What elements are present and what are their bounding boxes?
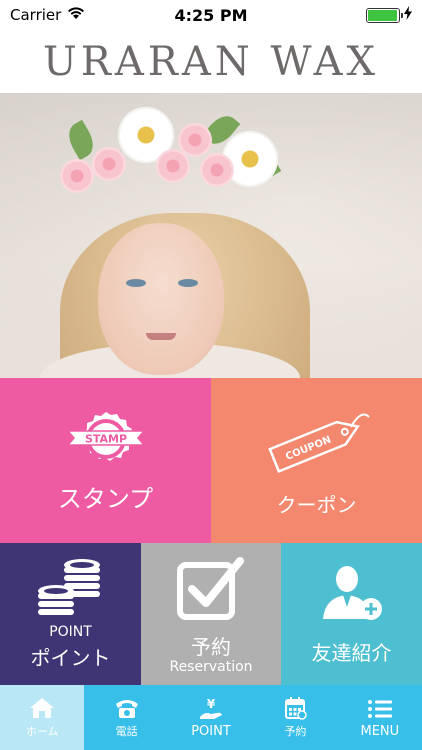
tab-bar: ホーム 電話 ¥ POINT 予約 MENU xyxy=(0,685,422,750)
reservation-label: 予約 xyxy=(191,634,231,659)
brand-logo: URARAN WAX xyxy=(43,38,379,85)
calendar-icon xyxy=(281,696,309,720)
tab-point[interactable]: ¥ POINT xyxy=(169,685,253,750)
charging-icon xyxy=(404,6,412,24)
status-left: Carrier xyxy=(10,6,85,24)
stamp-badge-text: STAMP xyxy=(84,433,126,446)
hero-image xyxy=(0,93,422,378)
flower-crown-rose xyxy=(60,159,94,193)
yen-hand-icon: ¥ xyxy=(197,697,225,721)
flower-crown-rose xyxy=(92,147,126,181)
coupon-tile[interactable]: COUPON クーポン xyxy=(211,378,422,543)
coupon-label: クーポン xyxy=(276,493,357,517)
home-icon xyxy=(28,696,56,720)
phone-icon xyxy=(113,696,141,720)
flower-crown-rose xyxy=(200,153,234,187)
coupon-icon: COUPON xyxy=(257,403,377,485)
reservation-tile[interactable]: 予約 Reservation xyxy=(141,543,281,685)
friend-referral-label: 友達紹介 xyxy=(311,640,392,665)
tab-reservation-label: 予約 xyxy=(284,725,307,738)
tab-reservation[interactable]: 予約 xyxy=(253,685,337,750)
battery-icon xyxy=(366,7,403,23)
tab-home-label: ホーム xyxy=(25,725,59,738)
tab-home[interactable]: ホーム xyxy=(0,685,85,750)
tab-phone-label: 電話 xyxy=(115,725,138,738)
tab-point-label: POINT xyxy=(191,723,231,739)
tab-phone[interactable]: 電話 xyxy=(84,685,168,750)
reservation-label-en: Reservation xyxy=(169,658,253,675)
point-tile[interactable]: POINT ポイント xyxy=(0,543,141,685)
stamp-icon: STAMP xyxy=(64,407,148,473)
hero-face xyxy=(98,223,224,375)
friend-referral-tile[interactable]: 友達紹介 xyxy=(281,543,422,685)
svg-text:¥: ¥ xyxy=(207,697,216,711)
app-header: URARAN WAX xyxy=(0,30,422,93)
flower-crown-rose xyxy=(156,149,190,183)
carrier-label: Carrier xyxy=(10,6,62,24)
stamp-tile[interactable]: STAMP スタンプ xyxy=(0,378,211,543)
user-add-icon xyxy=(319,563,385,629)
coins-icon xyxy=(34,557,108,625)
hero-mouth xyxy=(146,333,176,340)
status-bar: Carrier 4:25 PM xyxy=(0,0,422,30)
point-label: ポイント xyxy=(30,646,111,670)
status-right xyxy=(366,6,412,24)
tab-menu[interactable]: MENU xyxy=(338,685,422,750)
checkbox-icon xyxy=(176,555,246,625)
hero-eye-right xyxy=(178,279,198,287)
battery-level xyxy=(368,9,397,21)
wifi-icon xyxy=(67,6,85,24)
menu-icon xyxy=(366,697,394,721)
tab-menu-label: MENU xyxy=(360,723,400,739)
hero-eye-left xyxy=(126,279,146,287)
stamp-label: スタンプ xyxy=(57,485,154,513)
point-label-en: POINT xyxy=(49,624,92,640)
